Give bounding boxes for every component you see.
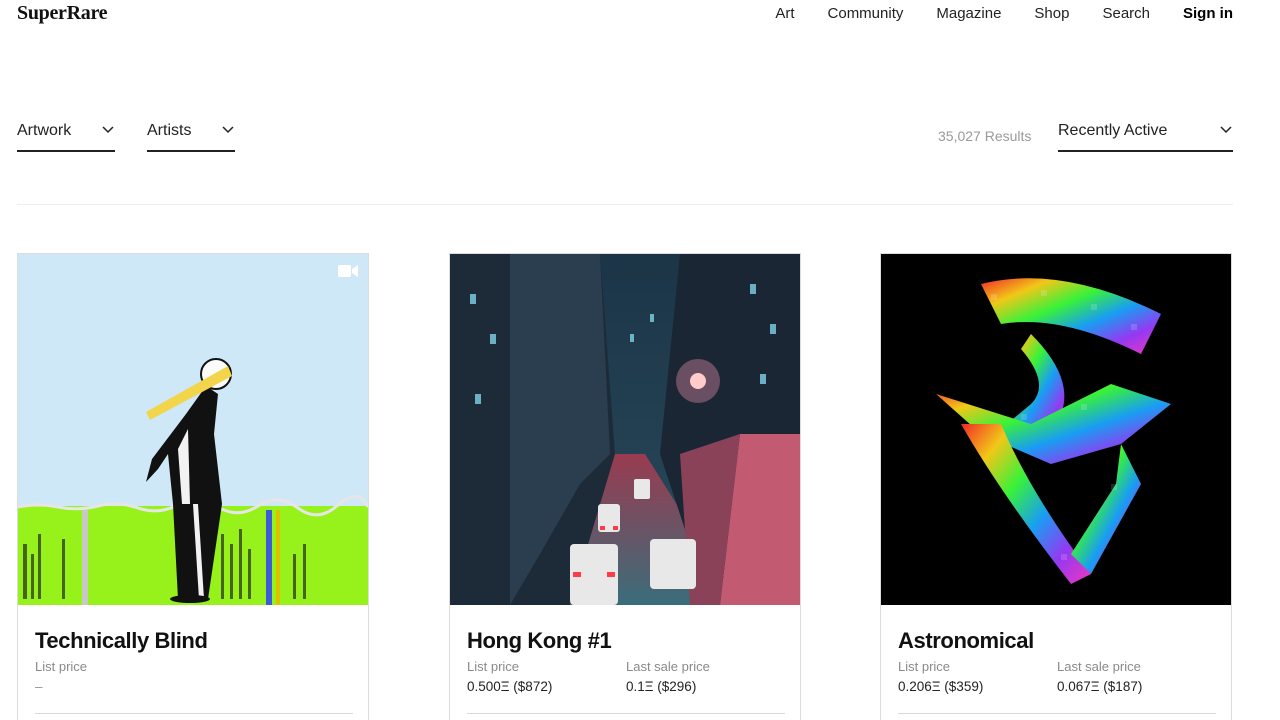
last-sale-price-value: 0.1Ξ ($296) <box>626 679 697 694</box>
chevron-down-icon <box>1220 126 1232 134</box>
top-bar: SuperRare Art Community Magazine Shop Se… <box>0 0 1280 30</box>
superrare-logo[interactable]: SuperRare <box>17 2 108 25</box>
nav-magazine[interactable]: Magazine <box>936 5 1001 22</box>
chevron-down-icon <box>102 126 114 134</box>
card-divider <box>35 713 353 714</box>
nav-search[interactable]: Search <box>1102 5 1150 22</box>
nav-art[interactable]: Art <box>775 5 794 22</box>
list-price-label: List price <box>898 659 951 674</box>
results-count: 35,027 Results <box>938 128 1032 144</box>
artwork-card[interactable]: Astronomical List price 0.206Ξ ($359) La… <box>880 253 1232 720</box>
astronomical-artwork <box>881 254 1231 605</box>
sort-dropdown[interactable]: Recently Active <box>1058 118 1233 152</box>
artwork-card[interactable]: Technically Blind List price – <box>17 253 369 720</box>
divider <box>17 204 1233 205</box>
last-sale-price-label: Last sale price <box>626 659 710 674</box>
list-price-label: List price <box>467 659 520 674</box>
list-price-label: List price <box>35 659 88 674</box>
last-sale-price-label: Last sale price <box>1057 659 1141 674</box>
artists-dropdown[interactable]: Artists <box>147 118 235 152</box>
list-price-value: – <box>35 679 43 694</box>
main-nav: Art Community Magazine Shop Search Sign … <box>742 5 1233 22</box>
nav-shop[interactable]: Shop <box>1034 5 1069 22</box>
chevron-down-icon <box>222 126 234 134</box>
artwork-dropdown[interactable]: Artwork <box>17 118 115 152</box>
technically-blind-artwork <box>18 254 368 605</box>
artwork-title[interactable]: Hong Kong #1 <box>467 628 612 654</box>
artwork-title[interactable]: Astronomical <box>898 628 1034 654</box>
video-icon <box>338 265 358 277</box>
card-divider <box>898 713 1216 714</box>
artwork-image[interactable] <box>881 254 1231 605</box>
artwork-image[interactable] <box>450 254 800 605</box>
hong-kong-artwork <box>450 254 800 605</box>
filter-bar: Artwork Artists 35,027 Results Recently … <box>17 118 1233 154</box>
list-price-value: 0.206Ξ ($359) <box>898 679 984 694</box>
sort-dropdown-label: Recently Active <box>1058 122 1168 139</box>
list-price-value: 0.500Ξ ($872) <box>467 679 553 694</box>
sign-in-link[interactable]: Sign in <box>1183 5 1233 22</box>
artwork-card[interactable]: Hong Kong #1 List price 0.500Ξ ($872) La… <box>449 253 801 720</box>
last-sale-price-value: 0.067Ξ ($187) <box>1057 679 1143 694</box>
card-divider <box>467 713 785 714</box>
artists-dropdown-label: Artists <box>147 122 192 139</box>
artwork-image[interactable] <box>18 254 368 605</box>
nav-community[interactable]: Community <box>828 5 904 22</box>
artwork-title[interactable]: Technically Blind <box>35 628 208 654</box>
artwork-dropdown-label: Artwork <box>17 122 72 139</box>
